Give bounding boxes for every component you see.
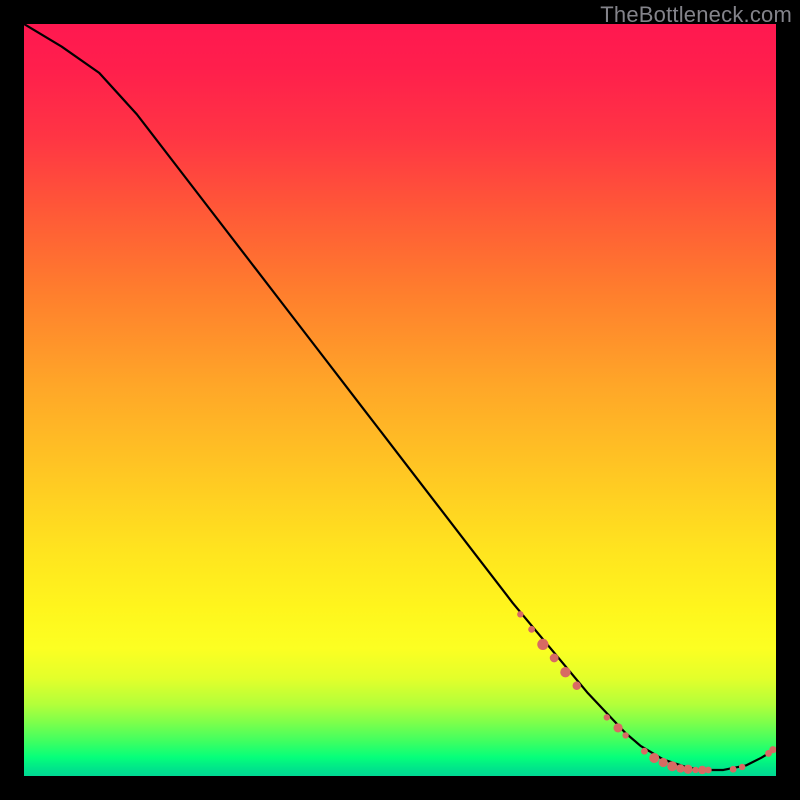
- data-point: [667, 761, 677, 771]
- data-point: [641, 748, 648, 755]
- marker-group: [517, 611, 776, 774]
- data-point: [517, 611, 523, 617]
- data-point: [659, 758, 668, 767]
- data-point: [537, 639, 548, 650]
- data-point: [622, 732, 628, 738]
- data-point: [560, 667, 570, 677]
- data-point: [613, 723, 622, 732]
- data-point: [705, 767, 712, 774]
- data-point: [528, 626, 535, 633]
- data-point: [692, 767, 698, 773]
- data-point: [739, 764, 745, 770]
- data-point: [676, 764, 684, 772]
- chart-svg: [24, 24, 776, 776]
- data-point: [730, 766, 737, 773]
- data-point: [649, 753, 659, 763]
- data-point: [683, 765, 692, 774]
- chart-stage: TheBottleneck.com: [0, 0, 800, 800]
- data-point: [550, 654, 559, 663]
- plot-area: [24, 24, 776, 776]
- curve-line: [24, 24, 776, 770]
- data-point: [573, 682, 581, 690]
- data-point: [604, 714, 610, 720]
